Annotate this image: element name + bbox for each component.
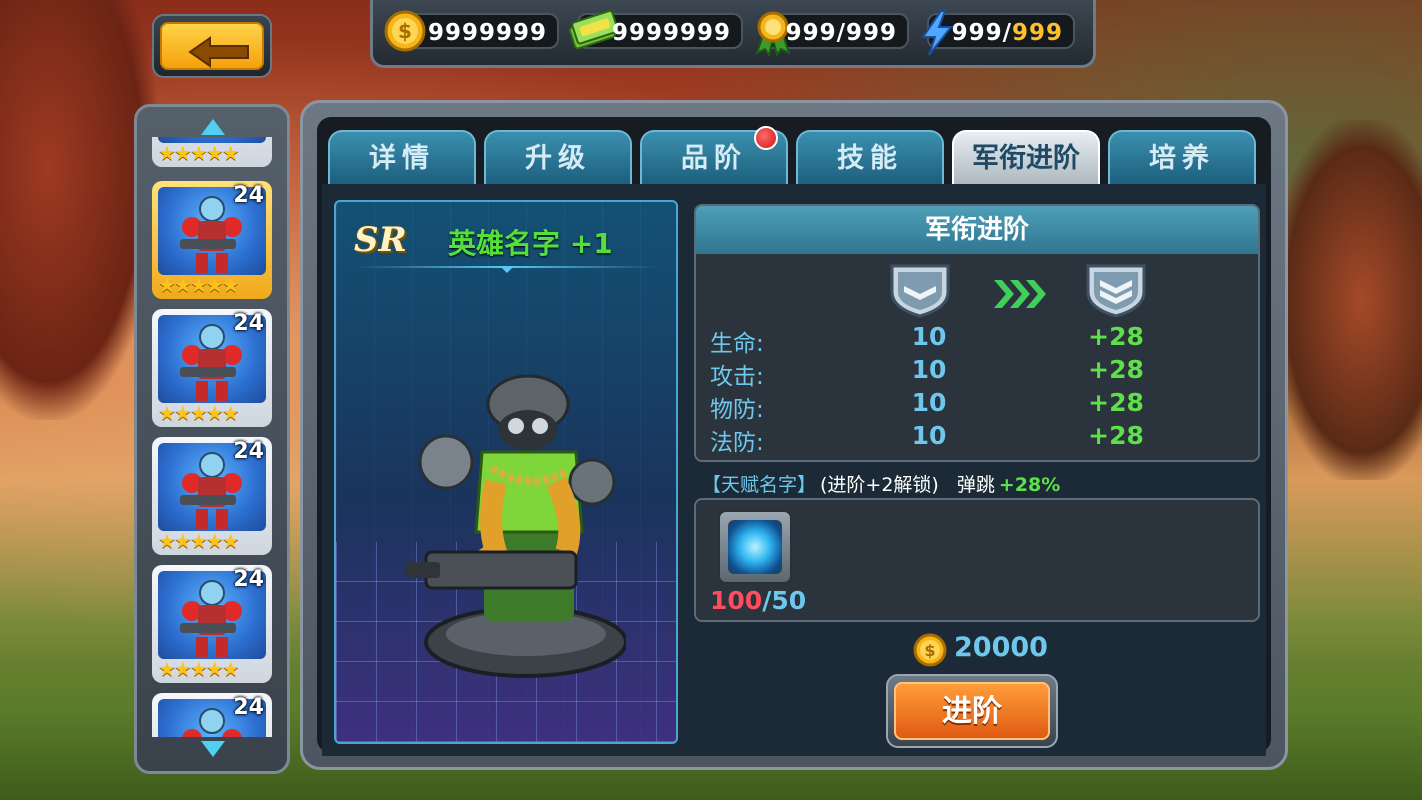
advance-chevrons-icon	[994, 280, 1046, 308]
medal-value: 999/999	[785, 20, 897, 46]
resource-bar: $ 9999999 9999999 999/999 999/999	[370, 0, 1096, 68]
hero-card-level: 24	[233, 567, 264, 592]
back-arrow-icon	[188, 36, 249, 68]
stat-base-hp: 10	[911, 322, 947, 351]
cash-value: 9999999	[611, 20, 731, 46]
stat-label-attack: 攻击:	[710, 364, 764, 390]
background-rock-right	[1272, 120, 1422, 480]
current-rank-icon	[890, 264, 950, 318]
tab-grade[interactable]: 品阶	[640, 126, 788, 184]
energy-value: 999/999	[952, 20, 1063, 46]
tab-grade-label: 品阶	[681, 143, 747, 174]
blue-gem-icon	[728, 520, 782, 574]
material-count: 100/50	[710, 586, 806, 615]
hero-list[interactable]: ★★★★★ 24 ★★★★★ 24 ★★★★★ 24 ★★★★★ 24 ★★★★…	[147, 137, 277, 737]
tab-skills[interactable]: 技能	[796, 130, 944, 184]
hero-card-stars: ★★★★★	[158, 657, 240, 681]
stat-label-hp: 生命:	[710, 331, 764, 357]
advance-button-label[interactable]: 进阶	[894, 682, 1050, 740]
material-need: /50	[762, 586, 807, 615]
hero-card-level: 24	[233, 695, 264, 720]
gold-coin-icon: $	[384, 10, 426, 52]
talent-effect: 弹跳	[956, 474, 995, 496]
hero-card-stars: ★★★★★	[158, 141, 240, 165]
rarity-badge: SR	[354, 220, 407, 260]
stat-label-phys-def: 物防:	[710, 397, 764, 423]
hero-card-level: 24	[233, 311, 264, 336]
hero-display[interactable]	[334, 200, 678, 744]
stat-bonus-phys-def: +28	[1088, 388, 1144, 417]
energy-counter[interactable]: 999/999	[921, 10, 1075, 56]
rank-advance-panel: 军衔进阶 生命: 10 +28 攻击: 10 +28 物防: 10 +28 法防…	[694, 204, 1260, 462]
name-divider-caret-icon	[500, 266, 514, 273]
hero-card-level: 24	[233, 183, 264, 208]
svg-text:$: $	[924, 641, 935, 660]
hero-list-card-partial[interactable]: ★★★★★	[152, 137, 272, 167]
tab-train[interactable]: 培养	[1108, 130, 1256, 184]
hero-card-stars: ★★★★★	[158, 529, 240, 553]
hero-list-card[interactable]: 24 ★★★★★	[152, 309, 272, 427]
tab-details[interactable]: 详情	[328, 130, 476, 184]
rank-advance-title: 军衔进阶	[696, 206, 1258, 254]
energy-current: 999/	[951, 20, 1012, 46]
gold-coin-icon: $	[913, 633, 947, 667]
advance-cost: 20000	[954, 632, 1048, 663]
stat-bonus-hp: +28	[1088, 322, 1144, 351]
hero-list-panel: ★★★★★ 24 ★★★★★ 24 ★★★★★ 24 ★★★★★ 24 ★★★★…	[134, 104, 290, 774]
hero-card-stars: ★★★★★	[158, 401, 240, 425]
hero-list-card[interactable]: 24 ★★★★★	[152, 437, 272, 555]
hero-card-stars: ★★★★★	[158, 273, 240, 297]
material-item[interactable]	[718, 510, 792, 584]
stat-base-attack: 10	[911, 355, 947, 384]
cash-counter[interactable]: 9999999	[568, 10, 743, 50]
stat-bonus-attack: +28	[1088, 355, 1144, 384]
energy-max: 999	[1011, 20, 1063, 46]
stat-label-magic-def: 法防:	[710, 430, 764, 456]
stat-base-phys-def: 10	[911, 388, 947, 417]
talent-info: 【天赋名字】 (进阶+2解锁) 弹跳 +28%	[702, 470, 1060, 497]
hero-card-level: 24	[233, 439, 264, 464]
svg-text:$: $	[398, 19, 412, 43]
scroll-down-arrow-icon[interactable]	[201, 741, 225, 757]
notification-dot-icon	[754, 126, 778, 150]
talent-unlock: (进阶+2解锁)	[820, 474, 939, 496]
next-rank-icon	[1086, 264, 1146, 318]
stat-base-magic-def: 10	[911, 421, 947, 450]
gold-counter[interactable]: $ 9999999	[384, 10, 559, 52]
gold-value: 9999999	[427, 20, 547, 46]
scroll-up-arrow-icon[interactable]	[201, 119, 225, 135]
advance-button[interactable]: 进阶	[886, 674, 1058, 748]
medal-counter[interactable]: 999/999	[755, 11, 909, 57]
hero-model-image	[406, 374, 626, 678]
hero-list-card[interactable]: 24 ★★★★★	[152, 181, 272, 299]
material-have: 100	[710, 586, 763, 615]
talent-name: 【天赋名字】	[702, 474, 817, 496]
tab-upgrade[interactable]: 升级	[484, 130, 632, 184]
tab-rank-advance[interactable]: 军衔进阶	[952, 130, 1100, 184]
back-button-face[interactable]	[160, 22, 264, 70]
hero-name: 英雄名字 +1	[448, 227, 613, 260]
hero-list-card[interactable]: 24 ★★★★★	[152, 565, 272, 683]
talent-value: +28%	[998, 474, 1061, 496]
stat-bonus-magic-def: +28	[1088, 421, 1144, 450]
hero-list-card[interactable]: 24	[152, 693, 272, 737]
back-button[interactable]	[152, 14, 272, 78]
